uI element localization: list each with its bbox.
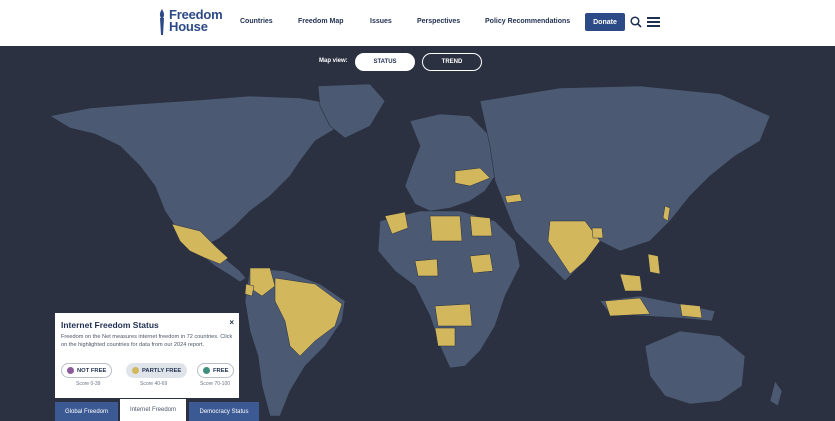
donate-button[interactable]: Donate [585,13,625,31]
map-view-label: Map view: [319,58,348,64]
partly-free-score: Score 40-69 [140,381,168,387]
legend-title: Internet Freedom Status [61,320,159,330]
tab-internet-freedom[interactable]: Internet Freedom [120,399,186,421]
close-icon[interactable]: × [229,318,234,327]
freedom-house-logo[interactable]: Freedom House [158,8,223,35]
legend-not-free-label: NOT FREE [77,367,107,374]
logo-line-2: House [169,19,208,34]
torch-icon [159,9,165,35]
search-icon[interactable] [630,16,642,28]
legend-partly-free-label: PARTLY FREE [142,367,182,374]
bangladesh-region [591,227,604,239]
tab-democracy-status[interactable]: Democracy Status [189,402,259,421]
zambia-region [434,303,473,327]
nav-freedom-map[interactable]: Freedom Map [298,18,344,25]
free-color-dot [203,367,210,374]
angola-region [434,327,456,347]
legend-description: Freedom on the Net measures internet fre… [61,334,233,348]
map-view-status-toggle[interactable]: STATUS [355,53,415,71]
nigeria-region [414,258,439,277]
papua-region [679,303,703,319]
ethiopia-region [469,253,494,274]
not-free-score: Score 0-39 [76,381,101,387]
australia-landmass [644,330,746,405]
tab-global-freedom[interactable]: Global Freedom [55,402,118,421]
site-header: Freedom House Countries Freedom Map Issu… [0,0,835,46]
malaysia-region [619,273,643,292]
legend-free-button[interactable]: FREE [197,363,235,378]
legend-partly-free-button[interactable]: PARTLY FREE [126,363,188,378]
hamburger-menu-icon[interactable] [647,17,660,27]
nav-issues[interactable]: Issues [370,18,392,25]
internet-freedom-legend-panel: Internet Freedom Status × Freedom on the… [55,313,239,398]
free-score: Score 70-100 [200,381,231,387]
north-america-landmass [49,95,346,247]
map-view-trend-toggle[interactable]: TREND [422,53,482,71]
nav-policy-recommendations[interactable]: Policy Recommendations [485,18,570,25]
legend-free-label: FREE [213,367,229,374]
legend-not-free-button[interactable]: NOT FREE [61,363,113,378]
asia-landmass [479,85,771,282]
partly-free-color-dot [132,367,139,374]
egypt-region [469,215,493,237]
europe-landmass [404,113,501,212]
nav-countries[interactable]: Countries [240,18,273,25]
new-zealand-landmass [769,380,783,407]
not-free-color-dot [67,367,74,374]
nav-perspectives[interactable]: Perspectives [417,18,460,25]
libya-region [429,215,463,242]
philippines-region [647,253,661,275]
